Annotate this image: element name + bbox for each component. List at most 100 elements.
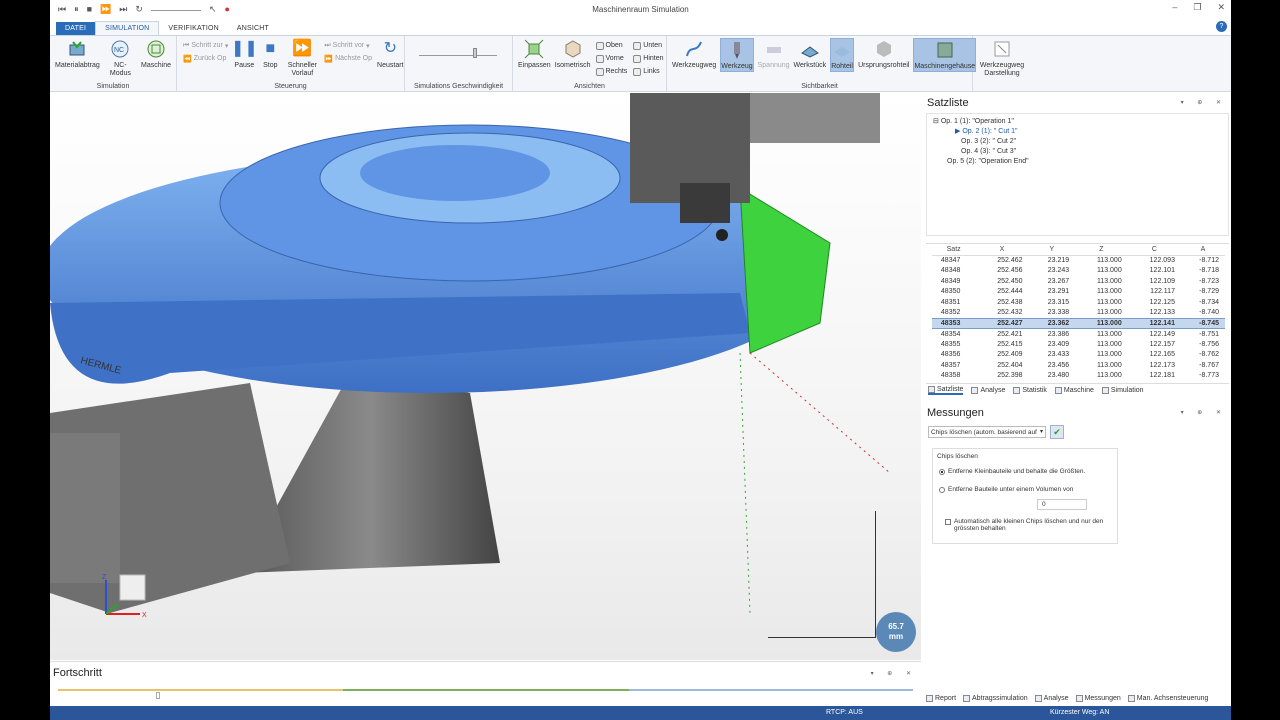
- record-icon[interactable]: ●: [224, 4, 229, 15]
- speed-slider[interactable]: [150, 9, 201, 15]
- progress-track[interactable]: [58, 689, 913, 691]
- speed-slider-thumb[interactable]: [473, 48, 477, 58]
- end-icon[interactable]: ⏭: [119, 4, 127, 15]
- table-row[interactable]: 48349 252.450 23.267 113.000 122.109 -8.723: [932, 276, 1225, 287]
- table-row[interactable]: 48347 252.462 23.219 113.000 122.093 -8.712: [932, 255, 1225, 266]
- side-block: [50, 433, 120, 583]
- einpassen-button[interactable]: Einpassen: [518, 38, 551, 70]
- tree-item[interactable]: Op. 3 (2): " Cut 2": [933, 137, 1222, 147]
- werkzeugweg-toggle[interactable]: Werkzeugweg: [672, 38, 716, 70]
- pause-button[interactable]: ❚❚ Pause: [231, 38, 258, 70]
- neustart-button[interactable]: ↻ Neustart: [377, 38, 403, 70]
- tab-ansicht[interactable]: ANSICHT: [228, 22, 278, 35]
- tree-item[interactable]: ⊟ Op. 1 (1): "Operation 1": [933, 117, 1222, 127]
- rewind-icon[interactable]: ⏮: [58, 4, 66, 15]
- nc-modus-button[interactable]: NC NC-Modus: [104, 38, 137, 78]
- radio-keep-largest[interactable]: Entferne Kleinbauteile und behalte die G…: [939, 466, 1113, 477]
- naechste-op-button[interactable]: ⏩ Nächste Op: [324, 53, 372, 64]
- table-cell: 122.109: [1149, 277, 1175, 285]
- restore-icon[interactable]: ❐: [1193, 2, 1201, 13]
- spannung-toggle[interactable]: Spannung: [758, 38, 790, 70]
- column-header[interactable]: X: [975, 244, 1029, 256]
- tab-achsensteuerung[interactable]: Man. Achsensteuerung: [1127, 694, 1208, 702]
- werkzeug-toggle[interactable]: Werkzeug: [720, 38, 754, 72]
- tree-item[interactable]: ▶ Op. 2 (1): " Cut 1": [933, 127, 1222, 137]
- apply-check-icon[interactable]: ✔: [1050, 425, 1064, 439]
- axis-triad[interactable]: ZX: [100, 570, 160, 620]
- 3d-viewport[interactable]: HERMLE ZX 65.7 mm: [50, 93, 921, 660]
- table-row[interactable]: 48357 252.404 23.456 113.000 122.173 -8.767: [932, 360, 1225, 371]
- column-header[interactable]: A: [1180, 244, 1225, 256]
- table-cell: 48349: [940, 277, 961, 285]
- column-header[interactable]: Z: [1075, 244, 1128, 256]
- table-row[interactable]: 48354 252.421 23.386 113.000 122.149 -8.751: [932, 329, 1225, 340]
- hinten-button[interactable]: Hinten: [633, 53, 664, 64]
- schritt-zur-button[interactable]: ⏮ Schritt zur ▾: [183, 40, 228, 51]
- pane-controls[interactable]: ▾ ⊕ ✕: [871, 670, 917, 677]
- minimize-icon[interactable]: –: [1172, 2, 1177, 13]
- table-row[interactable]: 48348 252.456 23.243 113.000 122.101 -8.718: [932, 266, 1225, 277]
- tab-satzliste[interactable]: Satzliste: [928, 386, 964, 395]
- table-row[interactable]: 48352 252.432 23.338 113.000 122.133 -8.740: [932, 308, 1225, 319]
- tab-simulation[interactable]: SIMULATION: [95, 21, 160, 35]
- oben-button[interactable]: Oben: [595, 40, 628, 51]
- zurueck-op-button[interactable]: ⏪ Zurück Op: [183, 53, 228, 64]
- table-row[interactable]: 48355 252.415 23.409 113.000 122.157 -8.756: [932, 339, 1225, 350]
- tree-item[interactable]: Op. 4 (3): " Cut 3": [933, 147, 1222, 157]
- stop-icon[interactable]: ■: [87, 4, 92, 15]
- ursprungsrohteil-toggle[interactable]: Ursprungsrohteil: [858, 38, 909, 70]
- vorne-button[interactable]: Vorne: [595, 53, 628, 64]
- cursor-icon[interactable]: ↖: [209, 4, 217, 15]
- pane-controls[interactable]: ▾ ⊕ ✕: [1181, 99, 1227, 106]
- tab-report[interactable]: Report: [926, 694, 956, 702]
- links-button[interactable]: Links: [633, 66, 663, 77]
- maschine-button[interactable]: Maschine: [141, 38, 171, 70]
- schneller-vorlauf-button[interactable]: ⏩ Schneller Vorlauf: [285, 38, 319, 78]
- maschinengehaeuse-toggle[interactable]: Maschinengehäuse: [913, 38, 977, 72]
- tab-datei[interactable]: DATEI: [56, 22, 96, 35]
- column-header[interactable]: C: [1127, 244, 1181, 256]
- schritt-vor-button[interactable]: ⏭ Schritt vor ▾: [324, 40, 372, 51]
- tab-abtragssimulation[interactable]: Abtragssimulation: [963, 694, 1028, 702]
- tab-analyse-bottom[interactable]: Analyse: [1034, 694, 1069, 702]
- fit-icon: [523, 38, 545, 60]
- isometrisch-button[interactable]: Isometrisch: [555, 38, 591, 70]
- rechts-button[interactable]: Rechts: [595, 66, 627, 77]
- nc-modus-label: NC-Modus: [109, 62, 131, 77]
- volume-input[interactable]: 0: [1037, 499, 1087, 510]
- tab-analyse[interactable]: Analyse: [971, 387, 1005, 394]
- speed-slider[interactable]: [419, 46, 497, 58]
- radio-volume[interactable]: Entferne Bauteile unter einem Volumen vo…: [939, 484, 1113, 495]
- tab-messungen[interactable]: Messungen: [1075, 694, 1121, 702]
- table-row[interactable]: 48358 252.398 23.480 113.000 122.181 -8.773: [932, 371, 1225, 382]
- stop-button[interactable]: ■ Stop: [259, 38, 281, 70]
- auto-delete-checkbox[interactable]: Automatisch alle kleinen Chips löschen u…: [945, 518, 1113, 532]
- table-cell: -8.723: [1199, 277, 1219, 285]
- rohteil-toggle[interactable]: Rohteil: [830, 38, 855, 72]
- table-row[interactable]: 48350 252.444 23.291 113.000 122.117 -8.729: [932, 287, 1225, 298]
- column-header[interactable]: Y: [1028, 244, 1076, 256]
- help-icon[interactable]: ?: [1216, 21, 1227, 32]
- table-row[interactable]: 48351 252.438 23.315 113.000 122.125 -8.734: [932, 297, 1225, 308]
- werkstueck-toggle[interactable]: Werkstück: [794, 38, 826, 70]
- pane-controls[interactable]: ▾ ⊕ ✕: [1181, 409, 1227, 416]
- tab-statistik[interactable]: Statistik: [1013, 387, 1047, 394]
- measurement-select[interactable]: Chips löschen (autom. basierend auf: [928, 426, 1046, 438]
- fast-forward-icon[interactable]: ⏩: [100, 4, 111, 15]
- tab-simulation[interactable]: Simulation: [1101, 387, 1144, 394]
- tab-maschine[interactable]: Maschine: [1054, 387, 1094, 394]
- werkzeugweg-darstellung-button[interactable]: Werkzeugweg Darstellung: [978, 38, 1026, 78]
- table-cell: 48350: [940, 288, 961, 296]
- table-row[interactable]: 48353 252.427 23.362 113.000 122.141 -8.745: [932, 317, 1225, 329]
- pause-icon[interactable]: ⏸: [74, 4, 79, 15]
- restart-icon[interactable]: ↻: [135, 4, 143, 15]
- unten-button[interactable]: Unten: [633, 40, 663, 51]
- tab-verifikation[interactable]: VERIFIKATION: [159, 22, 228, 35]
- materialabtrag-button[interactable]: Materialabtrag: [55, 38, 100, 70]
- table-row[interactable]: 48356 252.409 23.433 113.000 122.165 -8.762: [932, 350, 1225, 361]
- restart-icon: ↻: [383, 40, 397, 57]
- column-header[interactable]: Satz: [932, 244, 976, 256]
- progress-thumb[interactable]: [156, 692, 160, 699]
- close-icon[interactable]: ✕: [1217, 2, 1225, 13]
- tree-item[interactable]: Op. 5 (2): "Operation End": [933, 157, 1222, 167]
